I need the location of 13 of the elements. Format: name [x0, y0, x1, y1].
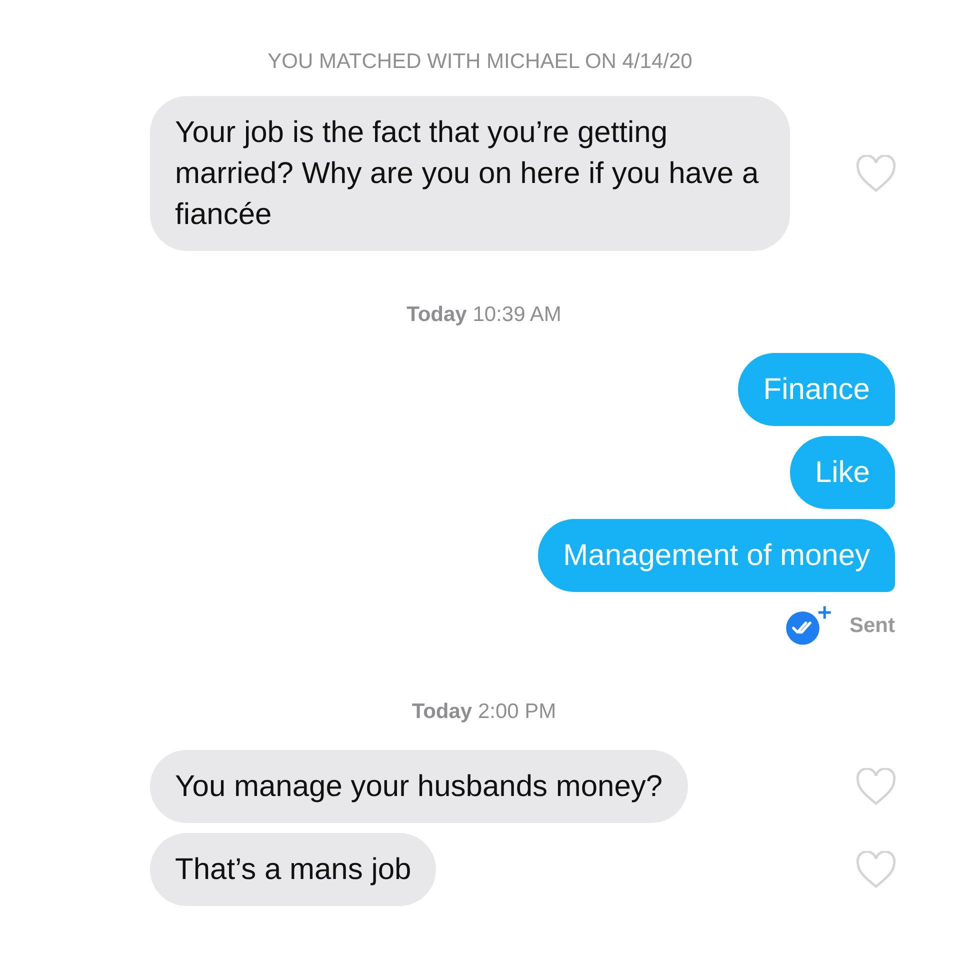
match-notice: YOU MATCHED WITH MICHAEL ON 4/14/20	[266, 50, 694, 74]
message-bubble: Like	[790, 436, 895, 509]
message-bubble: Your job is the fact that you’re getting married? Why are you on here if you have a fiancée	[150, 96, 790, 251]
timestamp: Today 10:39 AM	[406, 303, 562, 327]
message-bubble: Finance	[738, 353, 895, 426]
heart-icon[interactable]	[855, 768, 897, 806]
status-text: Sent	[849, 614, 895, 638]
timestamp: Today 2:00 PM	[410, 700, 556, 724]
heart-icon[interactable]	[855, 850, 897, 888]
heart-icon[interactable]	[855, 154, 897, 192]
message-bubble: Management of money	[538, 519, 895, 592]
message-bubble: You manage your husbands money?	[150, 750, 688, 823]
message-bubble: That’s a mans job	[150, 833, 436, 906]
